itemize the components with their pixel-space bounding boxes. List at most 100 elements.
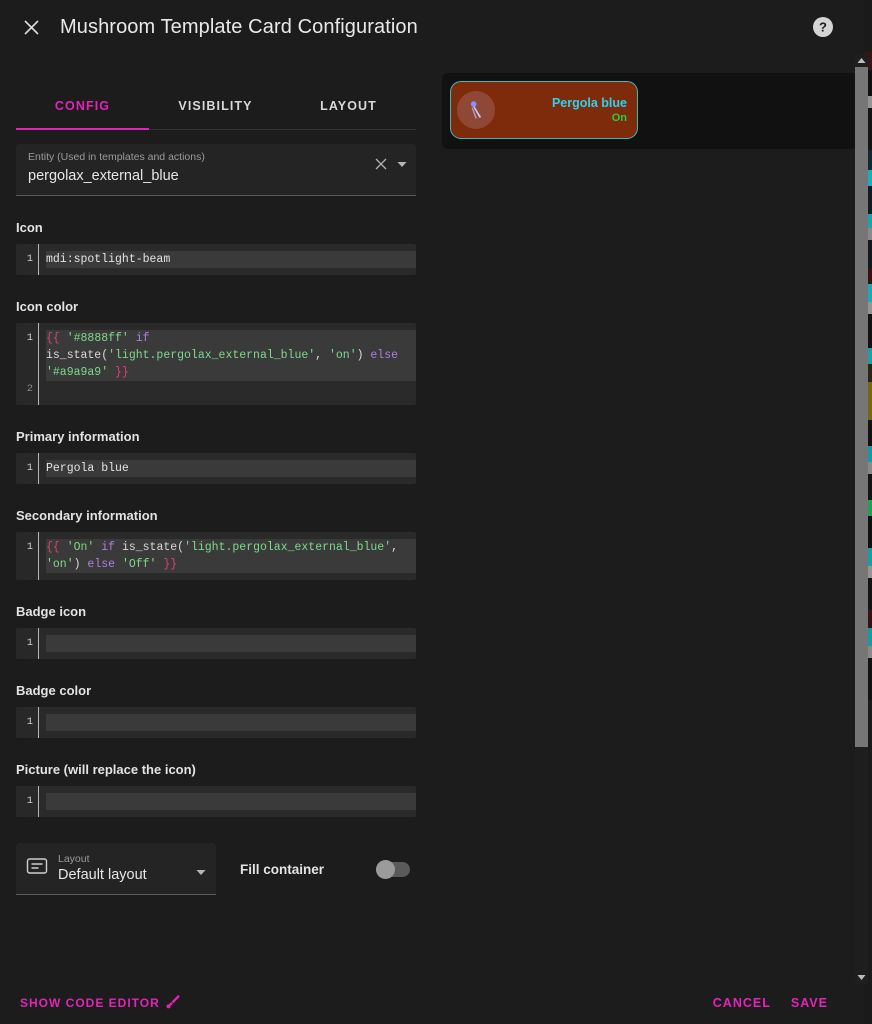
secondary-information-code-editor[interactable]: 1 {{ 'On' if is_state('light.pergolax_ex… [16,532,416,580]
badge-icon-code-body[interactable] [38,628,416,659]
code-line [46,714,416,731]
card-texts: Pergola blue On [501,96,627,125]
section-label-badge-color: Badge color [16,683,416,698]
picture-code-body[interactable] [38,786,416,817]
gutter-line-number: 1 [16,330,33,347]
code-token: ) [357,349,371,362]
card-secondary-text: On [612,111,627,125]
code-line: {{ '#8888ff' if is_state('light.pergolax… [46,330,416,381]
preview-column: Pergola blue On [432,54,856,984]
code-token: if [101,541,115,554]
show-code-editor-button[interactable]: SHOW CODE EDITOR [18,990,183,1016]
code-token: , [391,541,405,554]
entity-dropdown-button[interactable] [396,158,408,170]
gutter-line-number: 2 [16,381,33,398]
tab-layout[interactable]: LAYOUT [282,82,415,129]
tab-config[interactable]: CONFIG [16,82,149,129]
close-dialog-button[interactable] [14,10,48,44]
entity-picker-actions [374,157,408,171]
fill-container-toggle[interactable] [376,862,410,877]
icon-code-body[interactable]: mdi:spotlight-beam [38,244,416,275]
dialog-header: Mushroom Template Card Configuration ? [0,0,856,54]
gutter-line-number: 1 [16,635,33,652]
tab-visibility[interactable]: VISIBILITY [149,82,282,129]
tab-bar: CONFIG VISIBILITY LAYOUT [16,82,416,130]
show-code-editor-label: SHOW CODE EDITOR [20,996,160,1010]
code-line-empty [46,381,416,398]
fill-container-label: Fill container [240,862,376,877]
entity-picker-label: Entity (Used in templates and actions) [28,150,404,164]
primary-information-code-body[interactable]: Pergola blue [38,453,416,484]
help-button[interactable]: ? [806,10,840,44]
code-token [150,332,157,345]
save-button[interactable]: SAVE [781,990,838,1016]
layout-select-label: Layout [58,853,147,866]
section-label-icon: Icon [16,220,416,235]
scroll-down-button[interactable] [855,971,868,984]
chevron-up-icon [857,57,866,64]
code-line [46,793,416,810]
secondary-information-gutter: 1 [16,532,38,580]
icon-color-code-editor[interactable]: 1 2 {{ '#8888ff' if is_state('light.perg… [16,323,416,405]
layout-select[interactable]: Layout Default layout [16,843,216,895]
config-column: CONFIG VISIBILITY LAYOUT Entity (Used in… [0,54,432,984]
spotlight-beam-icon [465,99,487,121]
close-icon [374,157,388,171]
primary-information-code-editor[interactable]: 1 Pergola blue [16,453,416,484]
gutter-line-number: 1 [16,539,33,556]
code-token: {{ [46,541,60,554]
code-token [398,349,405,362]
mushroom-template-card-preview[interactable]: Pergola blue On [450,81,638,139]
icon-color-gutter: 1 2 [16,323,38,405]
code-token: , [315,349,329,362]
entity-picker-value: pergolax_external_blue [28,166,404,186]
code-token: 'light.pergolax_external_blue' [184,541,391,554]
code-line: {{ 'On' if is_state('light.pergolax_exte… [46,539,416,573]
icon-color-code-body[interactable]: {{ '#8888ff' if is_state('light.pergolax… [38,323,416,405]
gutter-line-number: 1 [16,714,33,731]
svg-text:?: ? [819,20,827,35]
picture-code-editor[interactable]: 1 [16,786,416,817]
code-token: '#a9a9a9' [46,366,108,379]
layout-dropdown-button[interactable] [195,865,207,883]
gutter-line-number: 1 [16,793,33,810]
code-token: is_state( [46,349,108,362]
chevron-down-icon [195,866,207,878]
code-token: ) [74,558,88,571]
icon-gutter: 1 [16,244,38,275]
badge-icon-gutter: 1 [16,628,38,659]
code-token: 'light.pergolax_external_blue' [108,349,315,362]
layout-options-row: Layout Default layout Fill container [16,843,416,895]
scroll-up-button[interactable] [855,54,868,67]
code-token: 'on' [46,558,74,571]
code-token: }} [115,366,129,379]
cancel-button[interactable]: CANCEL [703,990,781,1016]
icon-code-editor[interactable]: 1 mdi:spotlight-beam [16,244,416,275]
code-line [46,635,416,652]
badge-color-code-editor[interactable]: 1 [16,707,416,738]
code-token: }} [163,558,177,571]
code-token [115,541,122,554]
entity-picker[interactable]: Entity (Used in templates and actions) p… [16,144,416,196]
dialog-scrollbar[interactable] [855,54,868,984]
code-token: if [136,332,150,345]
dialog-root: Mushroom Template Card Configuration ? C… [0,0,872,1024]
code-token [60,332,67,345]
secondary-information-code-body[interactable]: {{ 'On' if is_state('light.pergolax_exte… [38,532,416,580]
list-layout-icon [26,855,48,882]
badge-color-gutter: 1 [16,707,38,738]
page-title: Mushroom Template Card Configuration [60,16,418,39]
dialog-footer: SHOW CODE EDITOR CANCEL SAVE [0,982,856,1024]
scrollbar-track[interactable] [855,67,868,971]
badge-color-code-body[interactable] [38,707,416,738]
close-icon [23,19,40,36]
tab-config-label: CONFIG [55,99,110,113]
active-tab-indicator [16,128,149,130]
tab-layout-label: LAYOUT [320,99,377,113]
entity-clear-button[interactable] [374,157,388,171]
badge-icon-code-editor[interactable]: 1 [16,628,416,659]
code-line: Pergola blue [46,460,416,477]
scrollbar-thumb[interactable] [855,67,868,747]
code-token: else [87,558,115,571]
code-token [60,541,67,554]
